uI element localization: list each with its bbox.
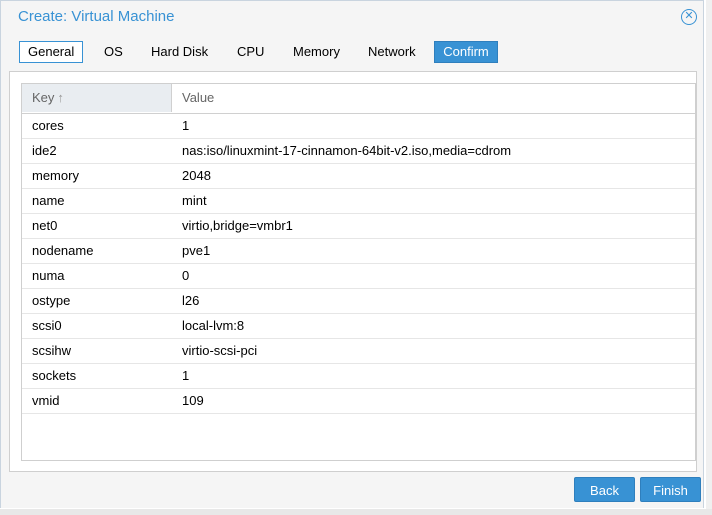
row-value: 0 — [182, 268, 190, 283]
row-value: 1 — [182, 118, 190, 133]
grid-rows: cores 1 ide2 nas:iso/linuxmint-17-cinnamon… — [22, 114, 695, 414]
table-row[interactable]: sockets 1 — [22, 364, 695, 389]
table-row[interactable]: memory 2048 — [22, 164, 695, 189]
background-page-bottom — [0, 509, 712, 515]
row-key: ide2 — [32, 143, 57, 158]
table-row[interactable]: scsi0 local-lvm:8 — [22, 314, 695, 339]
row-value: nas:iso/linuxmint-17-cinnamon-64bit-v2.i… — [182, 143, 512, 158]
table-row[interactable]: ide2 nas:iso/linuxmint-17-cinnamon-64bit-… — [22, 139, 695, 164]
back-button[interactable]: Back — [574, 477, 635, 502]
dialog-titlebar[interactable]: Create: Virtual Machine ✕ — [1, 1, 703, 33]
row-value: local-lvm:8 — [182, 318, 245, 333]
table-row[interactable]: vmid 109 — [22, 389, 695, 414]
summary-grid: Key ↑ Value cores 1 ide2 nas:iso/linuxmint-… — [21, 83, 696, 461]
row-key: net0 — [32, 218, 58, 233]
grid-header: Key ↑ Value — [22, 84, 695, 114]
column-header-value[interactable]: Value — [172, 84, 695, 112]
row-value: virtio-scsi-pci — [182, 343, 258, 358]
table-row[interactable]: name mint — [22, 189, 695, 214]
tab-confirm[interactable]: Confirm — [434, 41, 498, 63]
row-key: cores — [32, 118, 64, 133]
row-value: virtio,bridge=vmbr1 — [182, 218, 293, 233]
row-key: vmid — [32, 393, 60, 408]
row-value: 2048 — [182, 168, 211, 183]
dialog-title: Create: Virtual Machine — [18, 8, 175, 25]
row-value: mint — [182, 193, 207, 208]
tab-hard-disk[interactable]: Hard Disk — [143, 41, 216, 63]
background-page-edge — [706, 0, 712, 515]
row-key: nodename — [32, 243, 94, 258]
close-icon[interactable]: ✕ — [681, 9, 697, 25]
table-row[interactable]: nodename pve1 — [22, 239, 695, 264]
row-value: 1 — [182, 368, 190, 383]
row-value: 109 — [182, 393, 204, 408]
row-key: numa — [32, 268, 65, 283]
table-row[interactable]: ostype l26 — [22, 289, 695, 314]
create-vm-dialog: Create: Virtual Machine ✕ General OS Har… — [0, 0, 704, 508]
row-key: scsihw — [32, 343, 72, 358]
tab-general[interactable]: General — [19, 41, 84, 63]
tab-network[interactable]: Network — [360, 41, 424, 63]
tab-memory[interactable]: Memory — [285, 41, 348, 63]
tab-os[interactable]: OS — [96, 41, 131, 63]
table-row[interactable]: cores 1 — [22, 114, 695, 139]
column-header-key-label: Key — [32, 90, 55, 105]
column-header-key[interactable]: Key ↑ — [22, 84, 172, 112]
row-key: ostype — [32, 293, 71, 308]
row-key: sockets — [32, 368, 77, 383]
row-key: memory — [32, 168, 79, 183]
table-row[interactable]: scsihw virtio-scsi-pci — [22, 339, 695, 364]
row-value: pve1 — [182, 243, 211, 258]
table-row[interactable]: net0 virtio,bridge=vmbr1 — [22, 214, 695, 239]
row-value: l26 — [182, 293, 200, 308]
dialog-footer: Back Finish — [1, 475, 703, 508]
sort-ascending-icon: ↑ — [57, 90, 64, 105]
tab-cpu[interactable]: CPU — [229, 41, 272, 63]
row-key: name — [32, 193, 65, 208]
finish-button[interactable]: Finish — [640, 477, 701, 502]
row-key: scsi0 — [32, 318, 62, 333]
confirm-panel: Key ↑ Value cores 1 ide2 nas:iso/linuxmint-… — [9, 71, 697, 472]
table-row[interactable]: numa 0 — [22, 264, 695, 289]
